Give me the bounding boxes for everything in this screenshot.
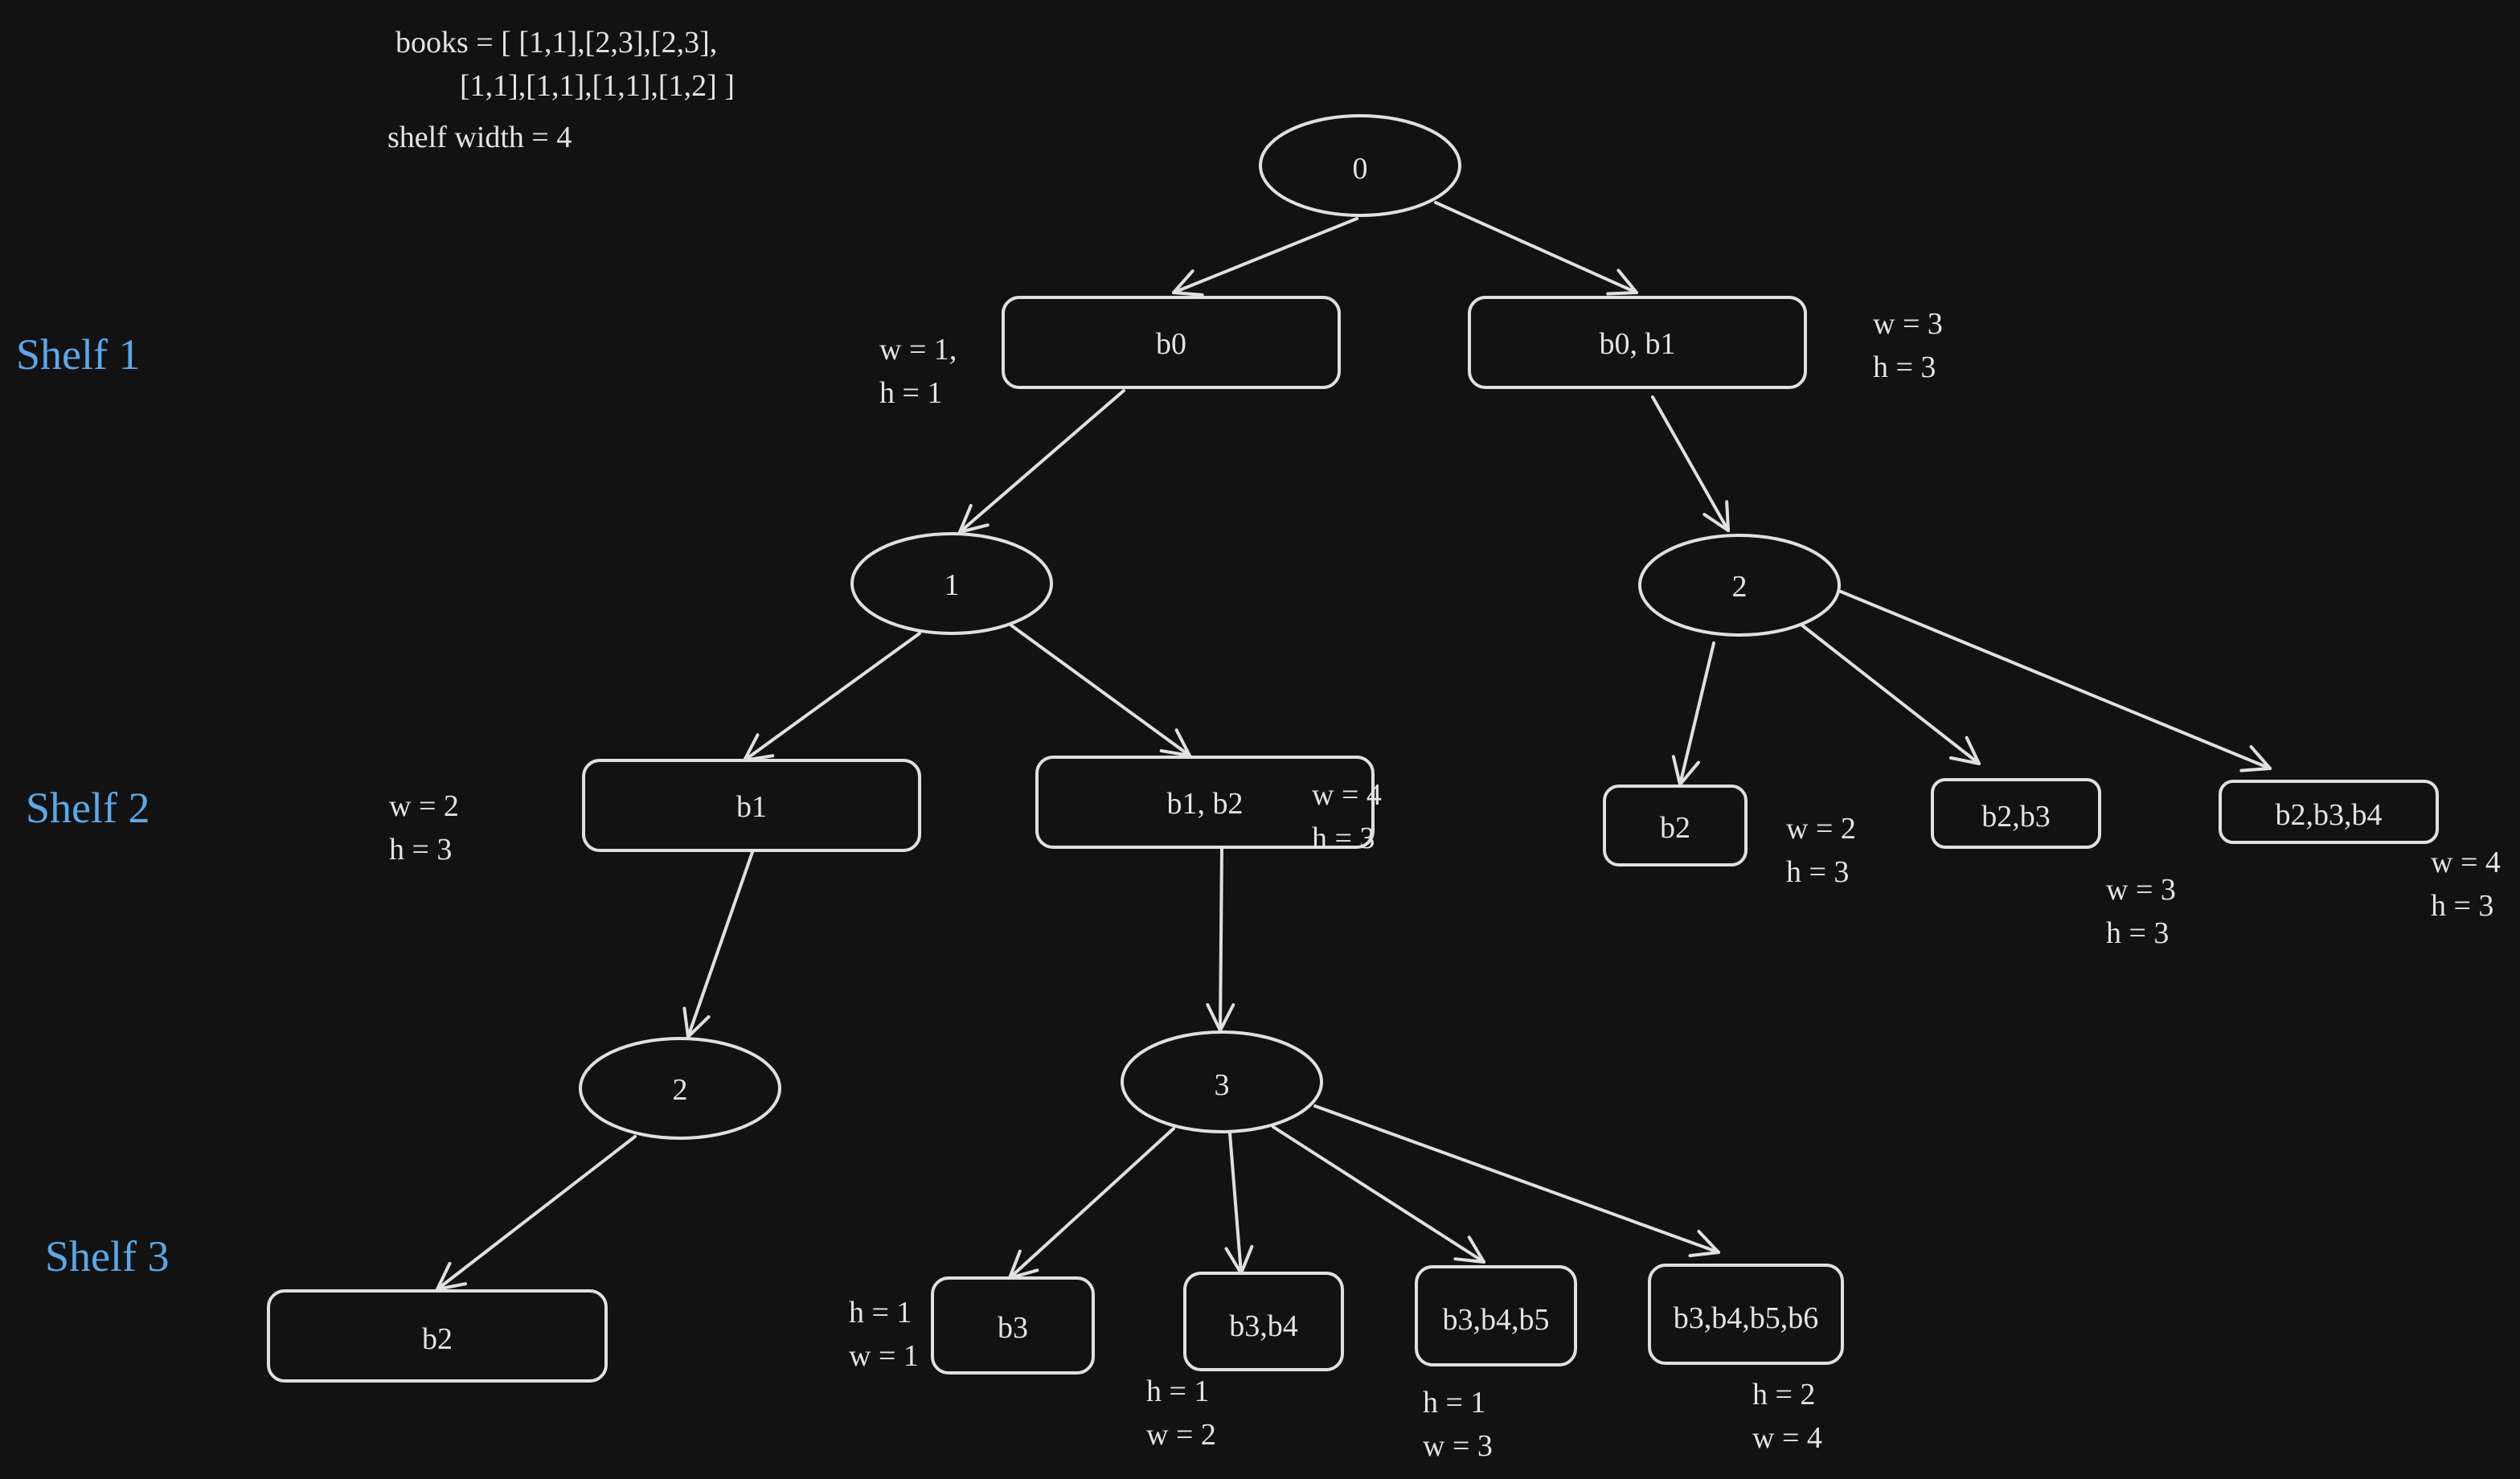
annotation-b2b3-line1: w = 3: [2106, 873, 2176, 907]
edge-2-to-b2: [1671, 641, 1715, 786]
edge-2-to-b2b3: [1801, 624, 1981, 765]
edge-2-to-b2-left: [436, 1135, 637, 1291]
annotation-b3b4b5-line1: h = 1: [1423, 1386, 1486, 1420]
edge-3-to-b3b4b5b6: [1313, 1104, 1720, 1258]
annotation-b3-line1: h = 1: [849, 1296, 912, 1329]
annotation-b1b2-line1: w = 4: [1312, 778, 1382, 812]
edge-0-to-b0: [1172, 217, 1358, 297]
state-label-3: 3: [1215, 1068, 1230, 1102]
edge-1-to-b1b2: [1010, 624, 1191, 757]
annotation-b2-right-line1: w = 2: [1786, 812, 1856, 846]
annotation-b2-right-line2: h = 3: [1786, 855, 1850, 889]
choice-label-b2b3b4: b2,b3,b4: [2276, 798, 2383, 832]
annotation-b1b2-line2: h = 3: [1312, 821, 1375, 855]
edge-b1-to-2: [682, 850, 754, 1039]
annotation-b3b4b5b6-line1: h = 2: [1752, 1378, 1816, 1411]
edge-3-to-b3b4: [1224, 1132, 1254, 1275]
annotation-b0-line1: w = 1,: [879, 333, 957, 367]
edge-2-to-b2b3b4: [1839, 590, 2272, 772]
state-label-2-right: 2: [1732, 570, 1748, 604]
edge-0-to-b0b1: [1434, 201, 1638, 296]
annotation-b2b3b4-line2: h = 3: [2431, 889, 2494, 923]
choice-label-b0b1: b0, b1: [1600, 327, 1676, 361]
recursion-tree-diagram: 0 b0 b0, b1 1 2 b1 b1, b2 b2 b2,b3 b2,b3…: [267, 114, 2439, 1383]
state-label-2-left: 2: [673, 1073, 688, 1107]
choice-label-b2-right: b2: [1660, 811, 1690, 845]
choice-label-b3b4b5b6: b3,b4,b5,b6: [1674, 1301, 1819, 1335]
annotation-b3b4-line1: h = 1: [1146, 1375, 1210, 1408]
annotation-b0-line2: h = 1: [879, 376, 943, 410]
annotation-b1-line2: h = 3: [389, 833, 453, 867]
choice-label-b2b3: b2,b3: [1981, 800, 2051, 834]
annotation-b3b4-line2: w = 2: [1146, 1418, 1216, 1452]
annotation-b3b4b5b6-line2: w = 4: [1752, 1421, 1822, 1455]
edge-3-to-b3b4b5: [1272, 1125, 1485, 1264]
choice-label-b3b4: b3,b4: [1229, 1309, 1298, 1343]
choice-label-b3: b3: [998, 1311, 1028, 1345]
edge-b1b2-to-3: [1206, 847, 1235, 1032]
annotation-b0b1-line1: w = 3: [1873, 307, 1943, 341]
state-label-0: 0: [1353, 152, 1368, 186]
choice-label-b1: b1: [736, 790, 767, 824]
annotation-b3b4b5-line2: w = 3: [1423, 1429, 1493, 1463]
annotation-b0b1-line2: h = 3: [1873, 350, 1936, 384]
state-label-1: 1: [944, 568, 960, 602]
edge-b0-to-1: [958, 389, 1125, 534]
annotation-b2b3-line2: h = 3: [2106, 916, 2170, 950]
edge-b0b1-to-2: [1651, 395, 1730, 532]
annotation-b1-line1: w = 2: [389, 789, 459, 823]
choice-label-b0: b0: [1156, 327, 1186, 361]
annotation-b2b3b4-line1: w = 4: [2431, 846, 2501, 879]
edge-3-to-b3: [1008, 1127, 1175, 1280]
choice-label-b2-left: b2: [422, 1322, 453, 1356]
choice-label-b3b4b5: b3,b4,b5: [1443, 1303, 1550, 1337]
choice-label-b1b2: b1, b2: [1167, 787, 1244, 821]
edge-1-to-b1: [743, 632, 921, 762]
annotation-b3-line2: w = 1: [849, 1339, 919, 1373]
